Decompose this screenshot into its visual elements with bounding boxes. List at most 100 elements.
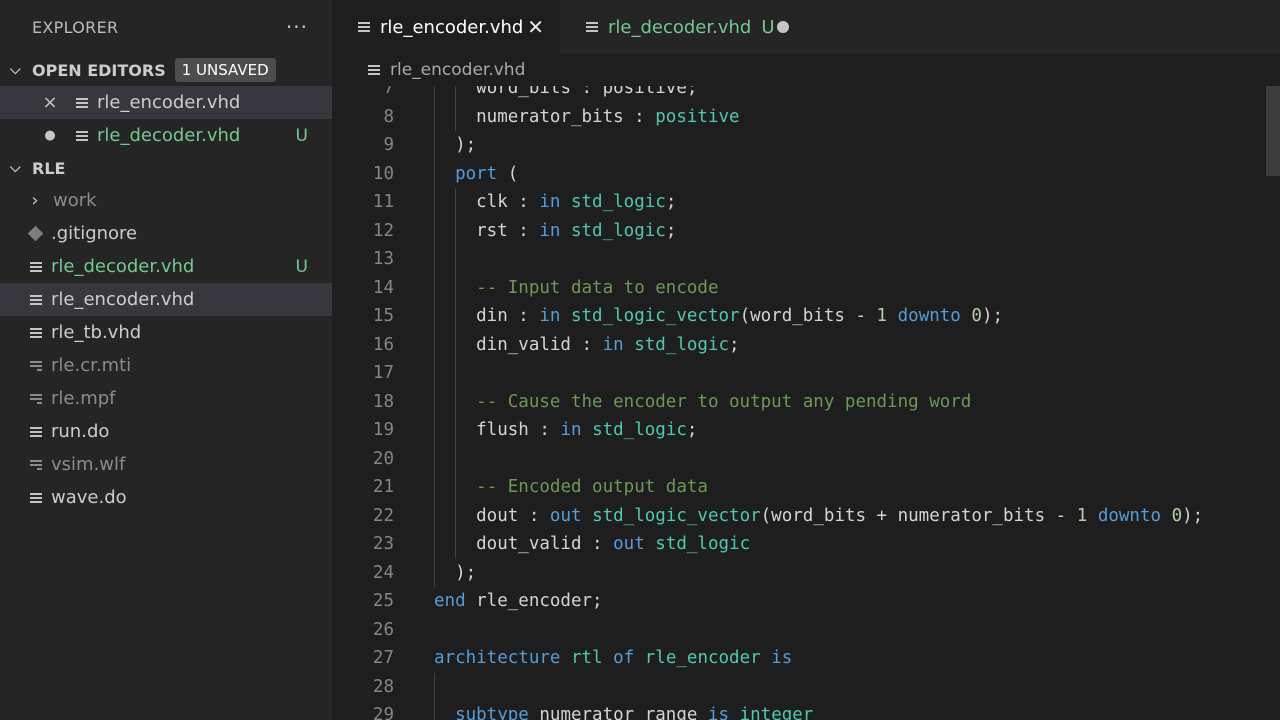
line-number: 15 [372,306,394,326]
code-line[interactable]: 11 clk : in std_logic; [332,188,1280,217]
code-line[interactable]: 8 numerator_bits : positive [332,102,1280,131]
code-token: -- Input data to encode [476,277,719,298]
open-editors-label: OPEN EDITORS [32,60,166,80]
tree-item-label: rle.mpf [51,388,116,409]
code-line[interactable]: 28 [332,672,1280,701]
code-line[interactable]: 25 end rle_encoder; [332,587,1280,616]
file-item-rle-mpf[interactable]: rle.mpf [0,382,332,415]
code-token: std_logic [634,334,730,355]
file-item-wave-do[interactable]: wave.do [0,481,332,514]
code-line[interactable]: 9 ); [332,131,1280,160]
code-line[interactable]: 7 word_bits : positive; [332,86,1280,103]
code-line[interactable]: 27 architecture rtl of rle_encoder is [332,644,1280,673]
code-line[interactable]: 14 -- Input data to encode [332,273,1280,303]
code-text: -- Cause the encoder to output any pendi… [434,388,971,417]
open-editor-label: rle_decoder.vhd [97,125,241,146]
code-token: (word_bits + numerator_bits - [760,505,1077,526]
code-line[interactable]: 21 -- Encoded output data [332,473,1280,502]
code-text: dout_valid : out std_logic [434,530,750,559]
explorer-title: EXPLORER [32,17,119,37]
folder-header-rle[interactable]: ⌵ RLE [0,152,332,184]
line-number: 26 [372,619,394,640]
code-token: in [560,420,582,440]
unsaved-dot-icon[interactable] [777,21,789,33]
tree-item-label: run.do [51,421,110,442]
file-item-run-do[interactable]: run.do [0,415,332,448]
open-editor-item-rle-decoder[interactable]: ● rle_decoder.vhd U [0,119,332,152]
vertical-scrollbar[interactable] [1266,86,1280,176]
open-editor-item-rle-encoder[interactable]: × rle_encoder.vhd [0,86,332,119]
close-icon[interactable]: × [40,92,60,113]
tab-rle-encoder[interactable]: rle_encoder.vhd ✕ [332,0,560,54]
close-icon[interactable]: ✕ [527,15,544,39]
indent-guide [434,672,435,701]
code-line[interactable]: 12 rst : in std_logic; [332,216,1280,245]
chevron-down-icon: ⌵ [10,62,21,78]
code-text: word_bits : positive; [434,86,697,103]
line-number: 17 [372,363,394,383]
file-item-vsim-wlf[interactable]: vsim.wlf [0,448,332,481]
breadcrumb-file[interactable]: rle_encoder.vhd [390,60,525,80]
line-number: 27 [372,648,394,668]
file-icon [30,492,42,504]
code-text: port ( [434,160,518,189]
tree-item-label: wave.do [51,487,127,508]
code-token: std_logic_vector [592,505,761,526]
code-token: rst : [434,220,540,241]
code-line[interactable]: 19 flush : in std_logic; [332,416,1280,445]
line-number: 10 [372,163,394,184]
code-line[interactable]: 13 [332,245,1280,274]
code-line[interactable]: 24 ); [332,558,1280,587]
line-number: 22 [372,505,394,526]
breadcrumb[interactable]: rle_encoder.vhd [332,54,1280,86]
tree-item-label: rle_tb.vhd [51,322,142,343]
line-number: 29 [372,705,394,720]
code-text: din : in std_logic_vector(word_bits - 1 … [434,302,1003,331]
code-lines: 7 word_bits : positive; 8 numerator_bits … [332,86,1280,720]
code-token: end [434,591,466,611]
code-token: in [539,192,561,212]
code-line[interactable]: 29 subtype numerator_range is integer [332,701,1280,720]
code-token: in [602,334,624,355]
more-actions-icon[interactable]: ··· [286,15,308,39]
folder-item-work[interactable]: › work [0,184,332,217]
code-line[interactable]: 22 dout : out std_logic_vector(word_bits… [332,501,1280,531]
file-item-rle-tb[interactable]: rle_tb.vhd [0,316,332,349]
code-line[interactable]: 15 din : in std_logic_vector(word_bits -… [332,302,1280,331]
line-number: 9 [383,135,394,155]
line-number: 8 [383,106,394,127]
file-item-rle-encoder[interactable]: rle_encoder.vhd [0,283,332,316]
code-text: dout : out std_logic_vector(word_bits + … [434,502,1203,531]
indent-guide [434,245,435,274]
code-token: flush : [434,420,561,440]
code-editor[interactable]: 7 word_bits : positive; 8 numerator_bits … [332,86,1280,720]
tab-rle-decoder[interactable]: rle_decoder.vhd U [560,0,805,54]
open-editors-header[interactable]: ⌵ OPEN EDITORS 1 UNSAVED [0,54,332,86]
code-token: out [549,505,582,526]
file-item-rle-cr-mti[interactable]: rle.cr.mti [0,349,332,382]
code-line[interactable]: 16 din_valid : in std_logic; [332,330,1280,359]
code-line[interactable]: 20 [332,444,1280,473]
code-text: -- Input data to encode [434,274,718,303]
code-line[interactable]: 17 [332,359,1280,388]
explorer-header: EXPLORER ··· [0,0,332,54]
file-item-rle-decoder[interactable]: rle_decoder.vhd U [0,250,332,283]
code-text: end rle_encoder; [434,587,603,616]
code-token: architecture [434,648,561,668]
code-line[interactable]: 10 port ( [332,159,1280,189]
unsaved-dot-icon[interactable]: ● [40,128,60,143]
code-line[interactable]: 18 -- Cause the encoder to output any pe… [332,387,1280,417]
chevron-down-icon: ⌵ [10,160,21,176]
code-line[interactable]: 23 dout_valid : out std_logic [332,530,1280,559]
code-line[interactable]: 26 [332,616,1280,645]
file-item-gitignore[interactable]: .gitignore [0,217,332,250]
code-token: is [771,648,793,668]
code-token: ; [665,220,677,241]
line-number: 12 [372,220,394,241]
